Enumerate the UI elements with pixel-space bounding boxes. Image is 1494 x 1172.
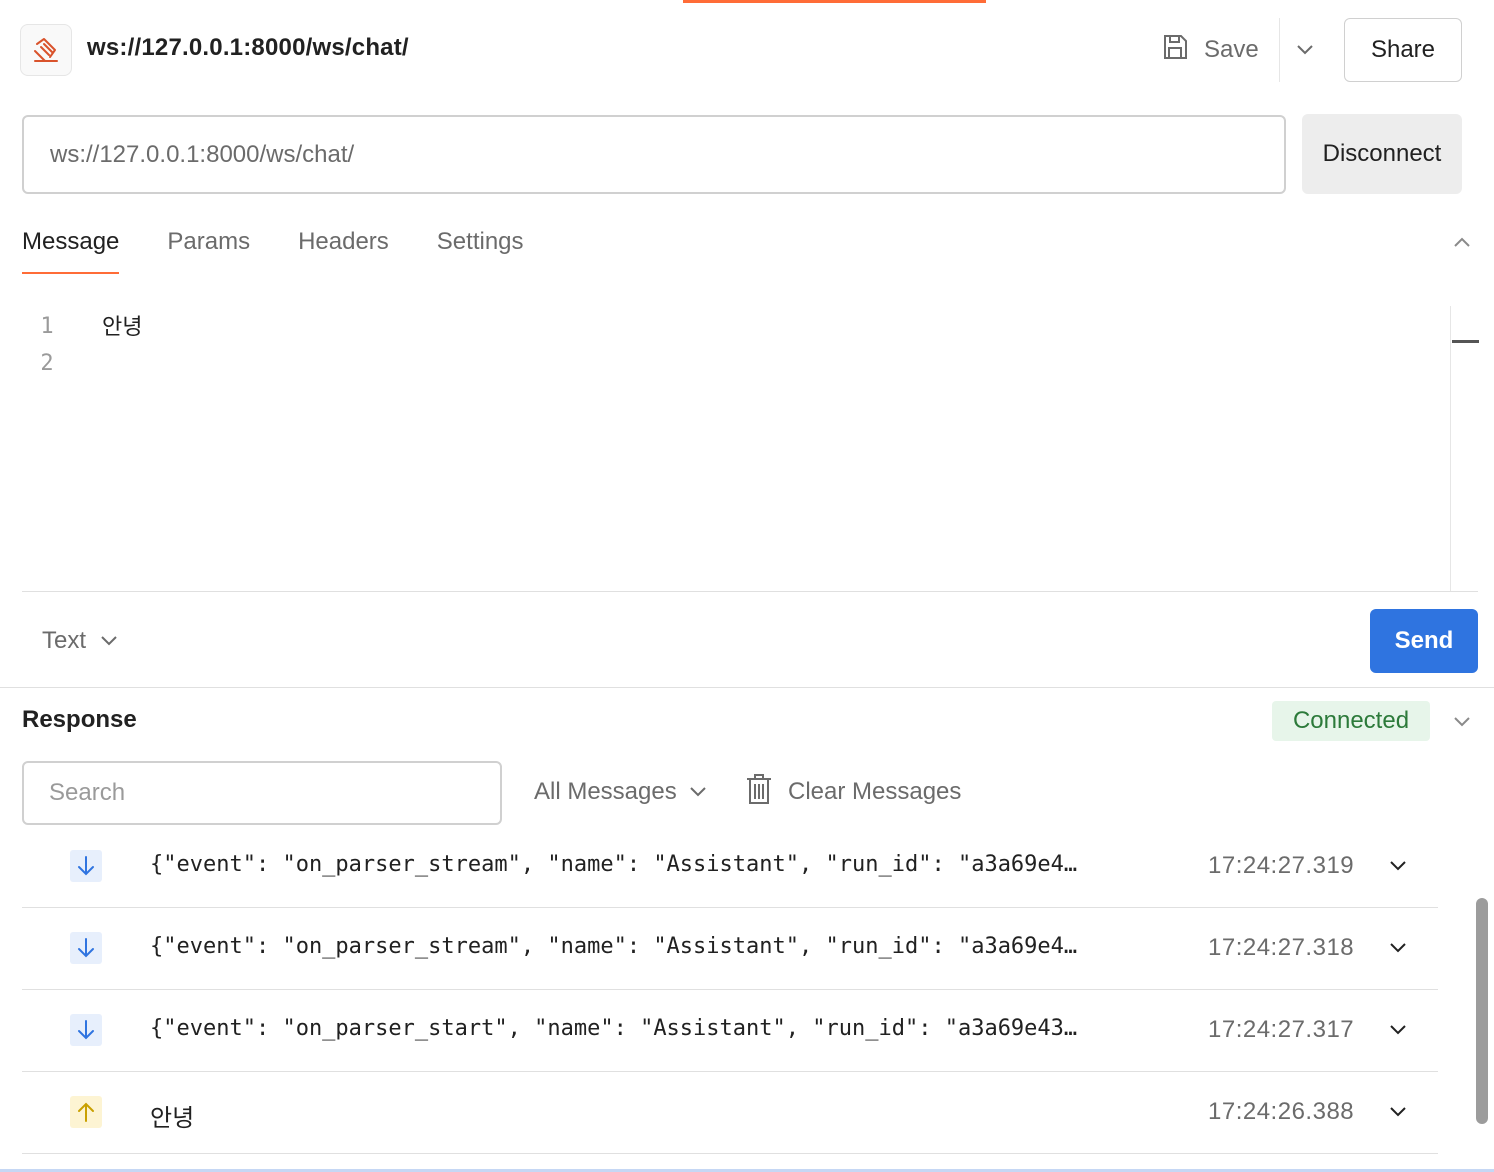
chevron-up-icon xyxy=(1454,237,1470,247)
collapse-request-button[interactable] xyxy=(1448,228,1476,256)
share-button[interactable]: Share xyxy=(1344,18,1462,82)
message-text: {"event": "on_parser_stream", "name": "A… xyxy=(150,852,1078,877)
chevron-down-icon xyxy=(1390,1107,1406,1117)
save-icon xyxy=(1160,32,1190,69)
clear-messages-label: Clear Messages xyxy=(788,778,962,805)
editor-content[interactable]: 안녕 xyxy=(102,308,142,382)
editor-line[interactable]: 안녕 xyxy=(102,308,142,345)
request-header: ws://127.0.0.1:8000/ws/chat/ Save Share xyxy=(0,0,1494,100)
editor-scrollbar-thumb[interactable] xyxy=(1452,340,1479,343)
message-search-input[interactable]: Search xyxy=(22,761,502,825)
editor-line[interactable] xyxy=(102,345,142,382)
message-text: {"event": "on_parser_stream", "name": "A… xyxy=(150,934,1078,959)
connection-status-badge: Connected xyxy=(1272,701,1430,741)
filter-label: All Messages xyxy=(534,778,677,805)
save-options-dropdown[interactable] xyxy=(1288,30,1322,70)
message-timestamp: 17:24:27.317 xyxy=(1208,1016,1355,1043)
expand-message-button[interactable] xyxy=(1384,1098,1412,1126)
response-title: Response xyxy=(22,706,137,733)
line-number: 1 xyxy=(40,314,54,339)
arrow-up-icon xyxy=(70,1096,102,1128)
message-row[interactable]: {"event": "on_parser_stream", "name": "A… xyxy=(22,826,1438,908)
line-gutter: 1 2 xyxy=(22,308,72,382)
arrow-down-icon xyxy=(70,850,102,882)
message-text: 안녕 xyxy=(150,1105,195,1132)
expand-message-button[interactable] xyxy=(1384,852,1412,880)
arrow-down-icon xyxy=(70,1014,102,1046)
save-label: Save xyxy=(1204,36,1259,63)
request-tabs: Message Params Headers Settings xyxy=(22,222,572,274)
response-scrollbar-thumb[interactable] xyxy=(1476,898,1488,1124)
expand-message-button[interactable] xyxy=(1384,1016,1412,1044)
chevron-down-icon xyxy=(1390,861,1406,871)
section-divider xyxy=(0,687,1494,688)
editor-divider xyxy=(22,591,1478,592)
message-row[interactable]: {"event": "on_parser_start", "name": "As… xyxy=(22,990,1438,1072)
clear-messages-button[interactable]: Clear Messages xyxy=(744,772,961,812)
tab-params[interactable]: Params xyxy=(167,222,250,274)
send-button[interactable]: Send xyxy=(1370,609,1478,673)
toolbar-divider xyxy=(1279,18,1280,82)
tab-settings[interactable]: Settings xyxy=(437,222,524,274)
chevron-down-icon xyxy=(1390,1025,1406,1035)
save-button[interactable]: Save xyxy=(1160,26,1259,74)
message-timestamp: 17:24:26.388 xyxy=(1208,1098,1355,1125)
collapse-response-button[interactable] xyxy=(1448,708,1476,736)
message-text: {"event": "on_parser_start", "name": "As… xyxy=(150,1016,1078,1041)
url-input[interactable]: ws://127.0.0.1:8000/ws/chat/ xyxy=(22,115,1286,194)
trash-icon xyxy=(744,772,774,813)
editor-scrollbar[interactable] xyxy=(1450,306,1479,592)
message-editor[interactable]: 1 2 안녕 xyxy=(22,300,1479,592)
websocket-icon xyxy=(20,24,72,76)
tab-message[interactable]: Message xyxy=(22,222,120,274)
message-row[interactable]: 안녕 17:24:26.388 xyxy=(22,1072,1438,1154)
message-timestamp: 17:24:27.318 xyxy=(1208,934,1355,961)
disconnect-button[interactable]: Disconnect xyxy=(1302,114,1462,194)
message-list: {"event": "on_parser_stream", "name": "A… xyxy=(22,826,1438,1154)
chevron-down-icon xyxy=(1454,717,1470,727)
line-number: 2 xyxy=(40,351,54,376)
chevron-down-icon xyxy=(690,787,706,797)
message-timestamp: 17:24:27.319 xyxy=(1208,852,1355,879)
message-format-dropdown[interactable]: Text xyxy=(42,622,118,660)
chevron-down-icon xyxy=(1390,943,1406,953)
chevron-down-icon xyxy=(101,636,117,646)
chevron-down-icon xyxy=(1297,45,1313,55)
message-filter-dropdown[interactable]: All Messages xyxy=(534,772,707,812)
request-title[interactable]: ws://127.0.0.1:8000/ws/chat/ xyxy=(87,34,409,62)
expand-message-button[interactable] xyxy=(1384,934,1412,962)
tab-headers[interactable]: Headers xyxy=(298,222,389,274)
format-label: Text xyxy=(42,627,87,654)
message-row[interactable]: {"event": "on_parser_stream", "name": "A… xyxy=(22,908,1438,990)
arrow-down-icon xyxy=(70,932,102,964)
